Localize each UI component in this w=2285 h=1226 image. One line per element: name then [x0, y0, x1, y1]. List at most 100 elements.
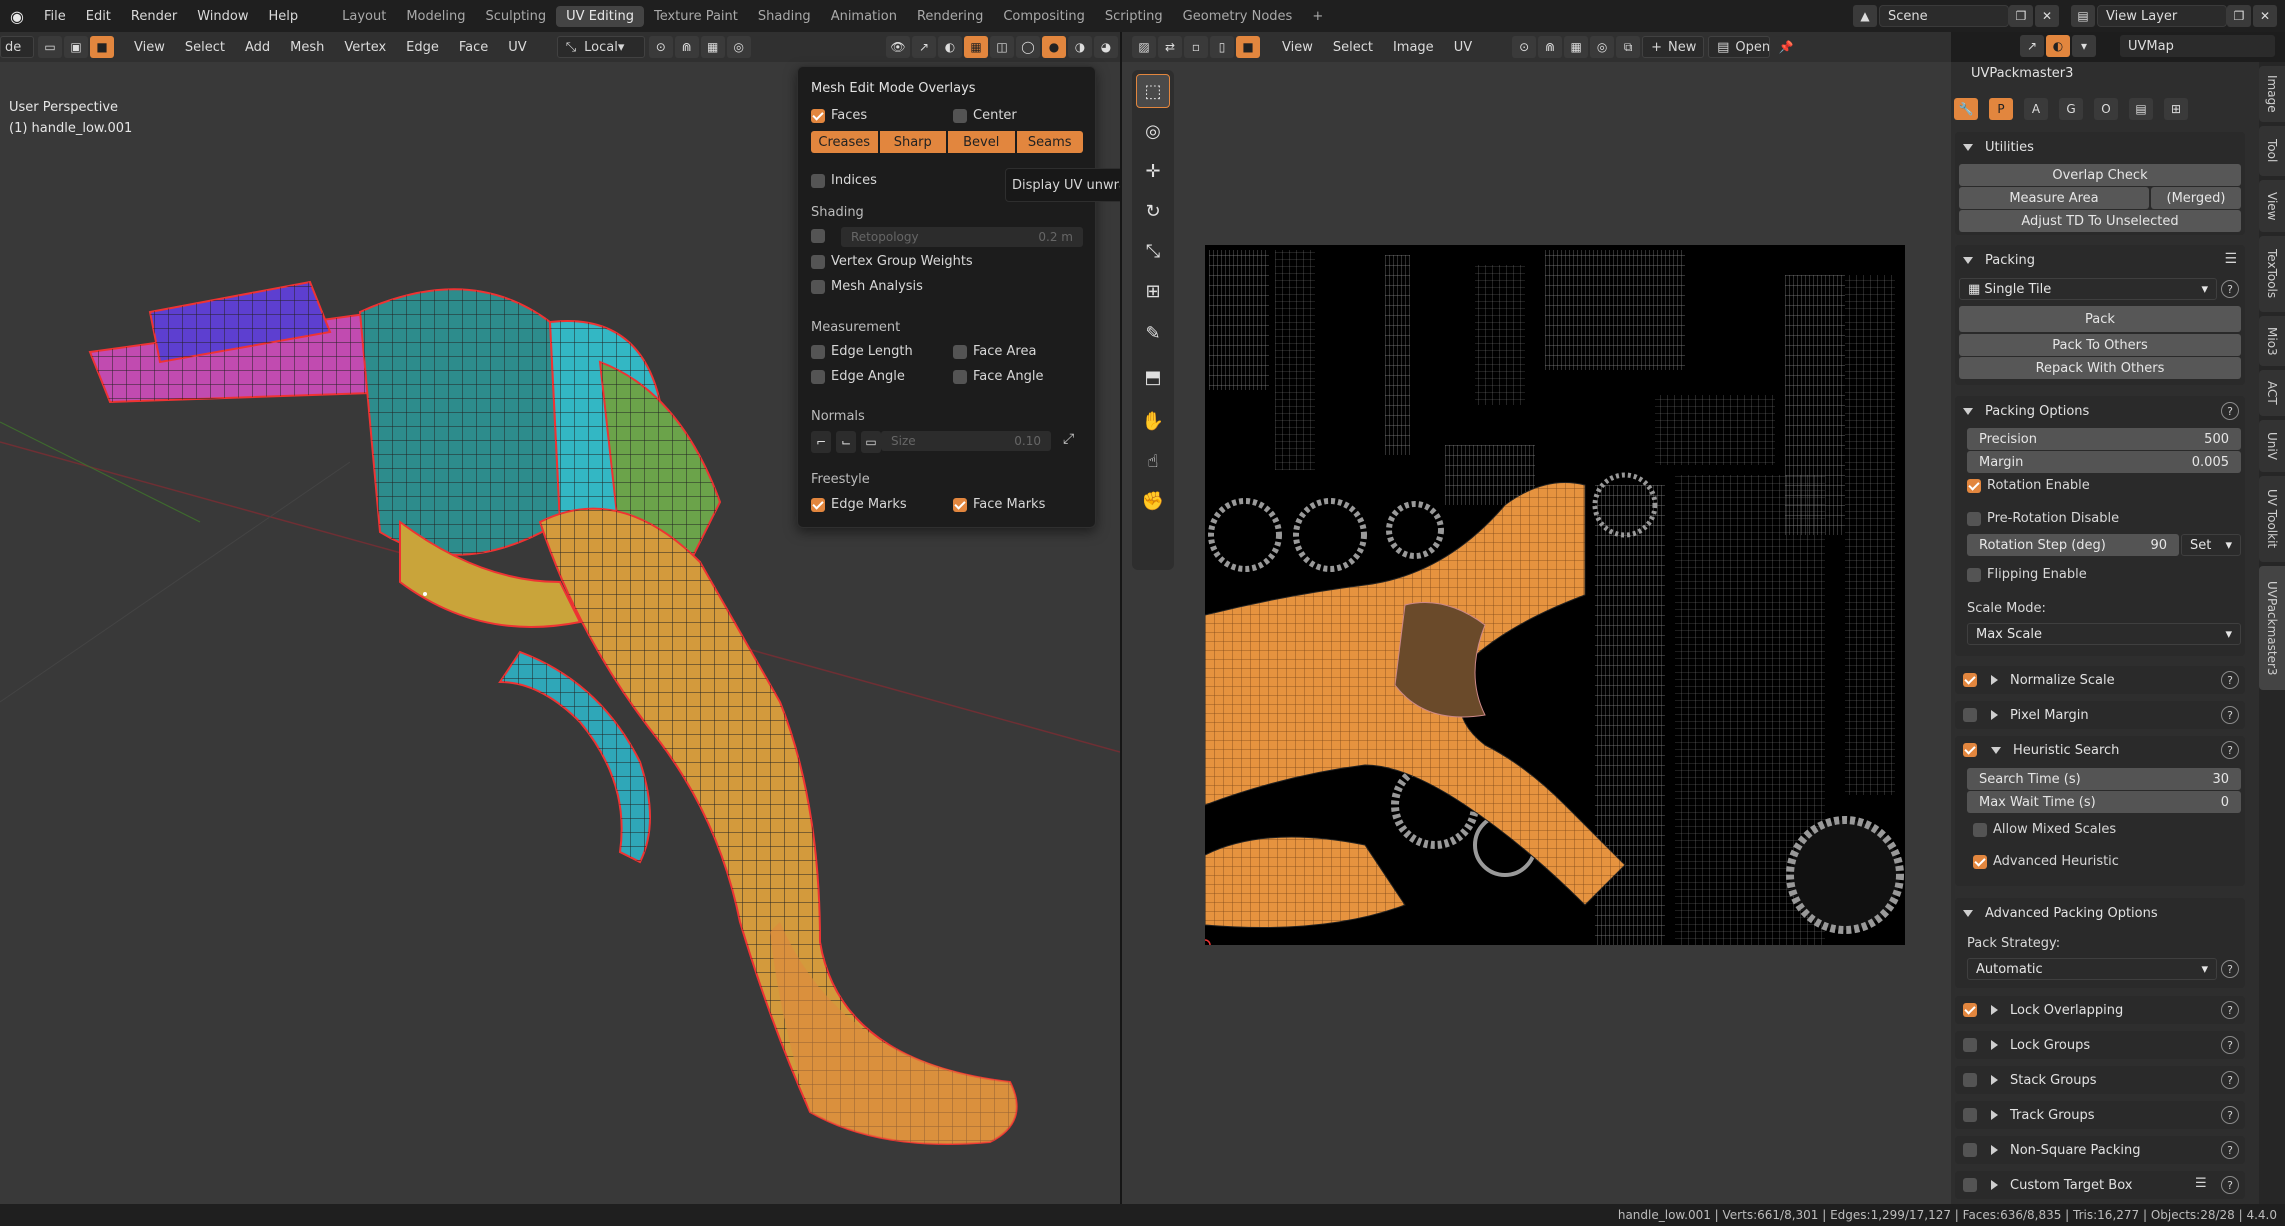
normalize-scale-header[interactable]: Normalize Scale	[1963, 666, 2115, 694]
heuristic-search-header[interactable]: Heuristic Search	[1963, 736, 2119, 764]
uv-overlay-icon[interactable]: ↗	[2020, 35, 2044, 57]
indices-check-icon[interactable]	[811, 173, 825, 188]
shading-wireframe-icon[interactable]: ◯	[1016, 36, 1040, 58]
uv-snap-icon[interactable]: ⋒	[1538, 36, 1563, 58]
normalize-scale-check-icon[interactable]	[1963, 673, 1977, 687]
packing-mode-dropdown[interactable]: ▦ Single Tile ▾	[1959, 278, 2217, 300]
lock-groups-check-icon[interactable]	[1963, 1038, 1977, 1052]
overlap-check-button[interactable]: Overlap Check	[1959, 164, 2241, 186]
menu-vertex[interactable]: Vertex	[334, 40, 396, 55]
uv-menu-select[interactable]: Select	[1323, 40, 1383, 55]
non-square-packing-expand-icon[interactable]	[1991, 1145, 1998, 1155]
view-layer-field[interactable]: View Layer	[2097, 5, 2227, 27]
uv-sticky-icon[interactable]: ⧉	[1616, 36, 1641, 58]
vertex-normals-icon[interactable]: ⌐	[811, 431, 831, 453]
sidebar-tab-view[interactable]: View	[2259, 180, 2285, 232]
lock-overlapping-header[interactable]: Lock Overlapping	[1963, 996, 2123, 1024]
scene-field[interactable]: Scene	[1879, 5, 2009, 27]
rotation-step-field[interactable]: Rotation Step (deg) 90	[1967, 534, 2179, 556]
lock-overlapping-check-icon[interactable]	[1963, 1003, 1977, 1017]
stack-groups-header[interactable]: Stack Groups	[1963, 1066, 2096, 1094]
tab-uv-editing[interactable]: UV Editing	[556, 5, 644, 27]
menu-mesh[interactable]: Mesh	[280, 40, 334, 55]
uv-pinch-tool-icon[interactable]: ✊	[1136, 484, 1170, 518]
packing-options-collapse-icon[interactable]	[1963, 407, 1973, 415]
heuristic-search-help-icon[interactable]: ?	[2221, 741, 2239, 759]
uv-select-tool-icon[interactable]: ⬚	[1136, 74, 1170, 108]
edge-marks-checkbox[interactable]: Edge Marks	[811, 497, 907, 512]
split-normals-icon[interactable]: ⌙	[836, 431, 856, 453]
view-layer-copy-icon[interactable]: ❐	[2227, 5, 2251, 27]
packing-list-icon[interactable]: ☰	[2224, 251, 2237, 267]
tab-animation[interactable]: Animation	[821, 6, 907, 27]
sharp-button[interactable]: Sharp	[879, 131, 946, 153]
non-square-packing-check-icon[interactable]	[1963, 1143, 1977, 1157]
seams-button[interactable]: Seams	[1016, 131, 1083, 153]
tab-sculpting[interactable]: Sculpting	[475, 6, 556, 27]
sidebar-tab-uv-toolkit[interactable]: UV Toolkit	[2259, 476, 2285, 562]
track-groups-help-icon[interactable]: ?	[2221, 1106, 2239, 1124]
xray-icon[interactable]: ◫	[990, 36, 1014, 58]
uvmap-field[interactable]: UVMap	[2120, 35, 2275, 57]
uv-cursor-tool-icon[interactable]: ◎	[1136, 114, 1170, 148]
menu-view[interactable]: View	[124, 40, 175, 55]
flipping-check-icon[interactable]	[1967, 567, 1981, 582]
normals-size-field[interactable]: Size 0.10	[881, 431, 1051, 451]
search-time-field[interactable]: Search Time (s) 30	[1967, 768, 2241, 790]
sidebar-tab-textools[interactable]: TexTools	[2259, 236, 2285, 312]
utilities-collapse-icon[interactable]	[1963, 143, 1973, 151]
menu-add[interactable]: Add	[235, 40, 280, 55]
packing-options-help-icon[interactable]: ?	[2221, 402, 2239, 420]
edge-angle-checkbox[interactable]: Edge Angle	[811, 369, 905, 384]
sidebar-tab-mio3[interactable]: Mio3	[2259, 316, 2285, 366]
uv-rotate-tool-icon[interactable]: ↻	[1136, 194, 1170, 228]
normalize-scale-help-icon[interactable]: ?	[2221, 671, 2239, 689]
utilities-header[interactable]: Utilities	[1955, 132, 2034, 162]
add-workspace-button[interactable]: +	[1302, 6, 1333, 27]
select-box-icon[interactable]: ▭	[38, 36, 62, 58]
grid-tab-icon[interactable]: ⊞	[2164, 98, 2188, 120]
uv-menu-image[interactable]: Image	[1383, 40, 1444, 55]
select-extend-icon[interactable]: ▣	[64, 36, 88, 58]
center-checkbox[interactable]: Center	[953, 108, 1017, 123]
uv-menu-uv[interactable]: UV	[1444, 40, 1482, 55]
vertex-group-weights-checkbox[interactable]: Vertex Group Weights	[811, 254, 973, 269]
transform-orientation-dropdown[interactable]: ⤡ Local ▾	[556, 36, 645, 58]
select-mode-icon[interactable]: ■	[90, 36, 114, 58]
tools-tab-icon[interactable]: 🔧	[1954, 98, 1978, 120]
shading-solid-icon[interactable]: ●	[1042, 36, 1066, 58]
packing-collapse-icon[interactable]	[1963, 256, 1973, 264]
sidebar-tab-tool[interactable]: Tool	[2259, 126, 2285, 176]
custom-target-box-expand-icon[interactable]	[1991, 1180, 1998, 1190]
open-image-button[interactable]: ▤ Open	[1708, 36, 1770, 58]
uv-snap-target-icon[interactable]: ▦	[1564, 36, 1589, 58]
pixel-margin-header[interactable]: Pixel Margin	[1963, 701, 2089, 729]
sidebar-tab-act[interactable]: ACT	[2259, 370, 2285, 416]
lock-groups-header[interactable]: Lock Groups	[1963, 1031, 2090, 1059]
uv-scale-tool-icon[interactable]: ⤡	[1136, 234, 1170, 268]
max-wait-time-field[interactable]: Max Wait Time (s) 0	[1967, 791, 2241, 813]
pack-strategy-dropdown[interactable]: Automatic ▾	[1967, 958, 2217, 980]
non-square-packing-help-icon[interactable]: ?	[2221, 1141, 2239, 1159]
repack-with-others-button[interactable]: Repack With Others	[1959, 357, 2241, 379]
menu-edit[interactable]: Edit	[76, 9, 121, 24]
mesh-edit-overlays-icon[interactable]: ▦	[964, 36, 988, 58]
gizmo-icon[interactable]: ↗	[912, 36, 936, 58]
options-tab-icon[interactable]: O	[2094, 98, 2118, 120]
tab-scripting[interactable]: Scripting	[1095, 6, 1173, 27]
snap-target-icon[interactable]: ▦	[700, 36, 725, 58]
stack-groups-help-icon[interactable]: ?	[2221, 1071, 2239, 1089]
track-groups-header[interactable]: Track Groups	[1963, 1101, 2095, 1129]
uv-select-vertex-icon[interactable]: ▫	[1184, 36, 1208, 58]
mode-dropdown[interactable]: de	[0, 36, 34, 58]
groups-tab-icon[interactable]: G	[2059, 98, 2083, 120]
pixel-margin-expand-icon[interactable]	[1991, 710, 1998, 720]
lock-groups-expand-icon[interactable]	[1991, 1040, 1998, 1050]
margin-field[interactable]: Margin 0.005	[1967, 451, 2241, 473]
uv-proportional-icon[interactable]: ◎	[1590, 36, 1615, 58]
precision-field[interactable]: Precision 500	[1967, 428, 2241, 450]
scene-icon[interactable]: ▲	[1853, 5, 1877, 27]
adjust-td-button[interactable]: Adjust TD To Unselected	[1959, 210, 2241, 232]
uv-select-face-icon[interactable]: ■	[1236, 36, 1260, 58]
stack-groups-check-icon[interactable]	[1963, 1073, 1977, 1087]
